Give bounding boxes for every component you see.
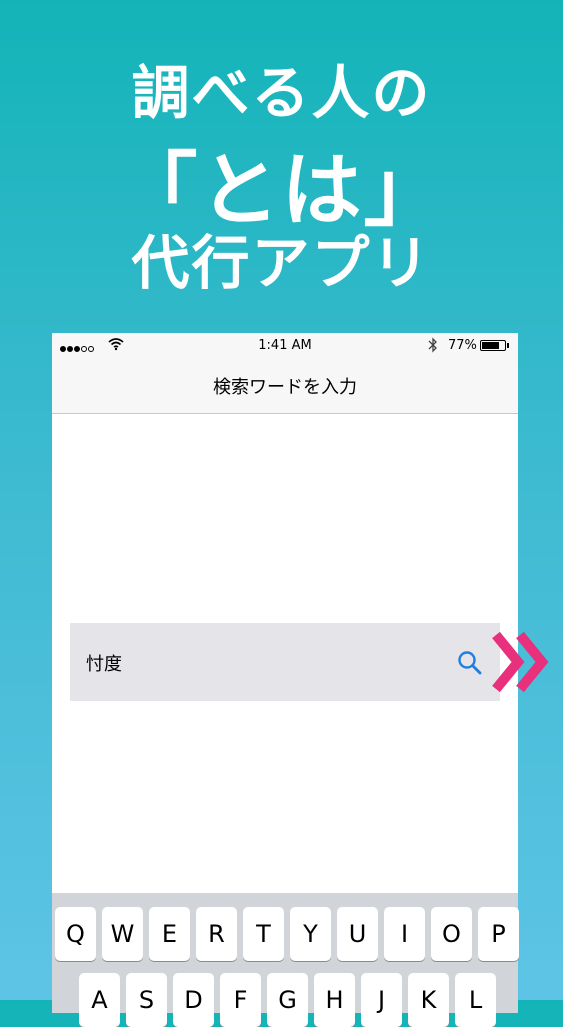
on-screen-keyboard: QWERTYUIOP ASDFGHJKL: [52, 893, 519, 1027]
battery-cap: [507, 343, 509, 348]
double-chevron-right-icon: [492, 631, 549, 693]
key-a[interactable]: A: [79, 973, 120, 1027]
battery-icon: [480, 340, 506, 351]
key-k[interactable]: K: [408, 973, 449, 1027]
promo-headline-line3: 代行アプリ: [131, 229, 432, 297]
key-w[interactable]: W: [102, 907, 143, 961]
key-s[interactable]: S: [126, 973, 167, 1027]
key-l[interactable]: L: [455, 973, 496, 1027]
status-bar: 1:41 AM 77%: [52, 333, 518, 357]
search-icon[interactable]: [456, 649, 484, 677]
search-query-text[interactable]: 忖度: [86, 650, 122, 676]
key-q[interactable]: Q: [55, 907, 96, 961]
key-y[interactable]: Y: [290, 907, 331, 961]
key-i[interactable]: I: [384, 907, 425, 961]
key-e[interactable]: E: [149, 907, 190, 961]
battery-percentage: 77%: [448, 338, 477, 353]
promo-headline-line1: 調べる人の: [131, 59, 432, 127]
key-p[interactable]: P: [478, 907, 519, 961]
search-bar[interactable]: 忖度: [70, 623, 500, 701]
key-r[interactable]: R: [196, 907, 237, 961]
key-g[interactable]: G: [267, 973, 308, 1027]
promo-headline-line2: 「とは」: [117, 144, 446, 237]
bluetooth-icon: [428, 337, 437, 353]
nav-title: 検索ワードを入力: [213, 377, 357, 398]
key-h[interactable]: H: [314, 973, 355, 1027]
key-t[interactable]: T: [243, 907, 284, 961]
navigation-bar: 検索ワードを入力: [52, 357, 518, 414]
key-o[interactable]: O: [431, 907, 472, 961]
key-f[interactable]: F: [220, 973, 261, 1027]
key-j[interactable]: J: [361, 973, 402, 1027]
key-d[interactable]: D: [173, 973, 214, 1027]
key-u[interactable]: U: [337, 907, 378, 961]
